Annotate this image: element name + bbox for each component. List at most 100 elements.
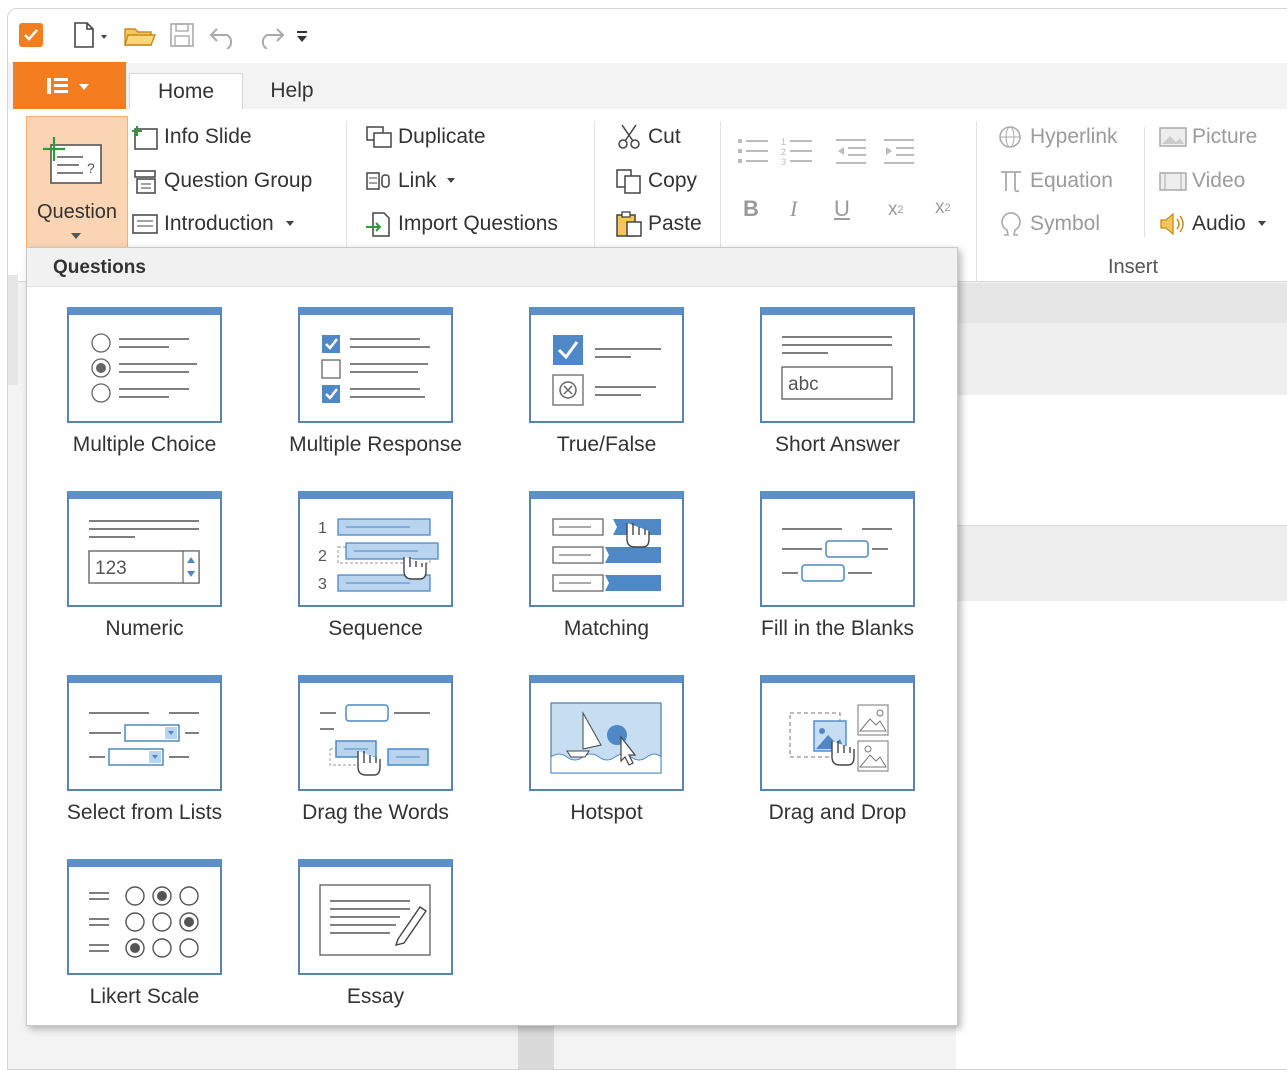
copy-icon xyxy=(614,167,644,195)
video-label: Video xyxy=(1192,169,1246,192)
question-type-fill-in-the-blanks[interactable]: Fill in the Blanks xyxy=(722,491,942,651)
copy-label: Copy xyxy=(648,169,698,192)
video-icon xyxy=(1158,167,1188,195)
paste-icon xyxy=(614,210,644,238)
undo-icon[interactable] xyxy=(206,21,242,49)
introduction-label: Introduction xyxy=(164,212,274,235)
open-icon[interactable] xyxy=(122,21,158,49)
question-type-label: Drag the Words xyxy=(302,801,449,824)
redo-icon[interactable] xyxy=(252,21,288,49)
sequence-number: 2 xyxy=(318,548,327,565)
question-type-sequence[interactable]: 1 2 3 Sequence xyxy=(260,491,480,651)
equation-button[interactable]: Equation xyxy=(996,167,1113,195)
question-type-matching[interactable]: Matching xyxy=(491,491,711,651)
speaker-icon xyxy=(1158,210,1188,238)
tab-home[interactable]: Home xyxy=(129,73,243,110)
question-type-label: Matching xyxy=(563,617,650,640)
svg-text:3: 3 xyxy=(781,157,786,167)
duplicate-button[interactable]: Duplicate xyxy=(364,123,486,151)
svg-text:?: ? xyxy=(87,160,95,176)
audio-button[interactable]: Audio xyxy=(1158,210,1274,238)
svg-text:1: 1 xyxy=(781,137,786,147)
likert-scale-icon xyxy=(67,859,222,975)
question-icon: ? xyxy=(43,137,102,184)
info-slide-label: Info Slide xyxy=(164,125,252,148)
picture-button[interactable]: Picture xyxy=(1158,123,1257,151)
introduction-button[interactable]: Introduction xyxy=(130,210,302,238)
scissors-icon xyxy=(614,123,644,151)
duplicate-label: Duplicate xyxy=(398,125,486,148)
symbol-button[interactable]: Symbol xyxy=(996,210,1100,238)
chevron-down-icon xyxy=(285,221,294,226)
ribbon-separator xyxy=(1144,127,1145,237)
short-answer-sample: abc xyxy=(788,374,819,395)
info-slide-button[interactable]: Info Slide xyxy=(130,123,252,151)
tab-help[interactable]: Help xyxy=(252,73,332,109)
symbol-label: Symbol xyxy=(1030,212,1101,235)
question-type-label: Multiple Choice xyxy=(72,433,217,456)
italic-button[interactable]: I xyxy=(790,196,797,222)
cut-button[interactable]: Cut xyxy=(614,123,681,151)
pi-icon xyxy=(996,167,1026,195)
picture-label: Picture xyxy=(1192,125,1258,148)
superscript-button[interactable]: x2 xyxy=(935,197,951,219)
question-type-drag-the-words[interactable]: Drag the Words xyxy=(260,675,480,835)
question-type-true-false[interactable]: True/False xyxy=(491,307,711,467)
true-false-icon xyxy=(529,307,684,423)
bold-button[interactable]: B xyxy=(743,196,759,222)
omega-icon xyxy=(996,210,1026,238)
info-slide-icon xyxy=(130,123,160,151)
question-button-label: Question xyxy=(36,201,118,223)
link-button[interactable]: Link xyxy=(364,167,463,195)
svg-text:2: 2 xyxy=(781,147,786,157)
import-icon xyxy=(364,210,394,238)
insert-group-label: Insert xyxy=(1108,256,1159,278)
question-type-label: Hotspot xyxy=(570,801,643,824)
select-from-lists-icon xyxy=(67,675,222,791)
decrease-indent-icon[interactable] xyxy=(834,135,874,169)
question-type-multiple-choice[interactable]: Multiple Choice xyxy=(29,307,249,467)
questions-dropdown: Questions Multiple Choice Multiple Respo… xyxy=(26,247,958,1026)
question-type-label: Sequence xyxy=(328,617,423,640)
duplicate-icon xyxy=(364,123,394,151)
video-button[interactable]: Video xyxy=(1158,167,1245,195)
copy-button[interactable]: Copy xyxy=(614,167,697,195)
question-type-multiple-response[interactable]: Multiple Response xyxy=(260,307,480,467)
save-icon[interactable] xyxy=(166,21,198,49)
question-type-hotspot[interactable]: Hotspot xyxy=(491,675,711,835)
equation-label: Equation xyxy=(1030,169,1113,192)
increase-indent-icon[interactable] xyxy=(882,135,922,169)
question-type-likert-scale[interactable]: Likert Scale xyxy=(29,859,249,1019)
question-type-label: True/False xyxy=(556,433,657,456)
question-type-short-answer[interactable]: abc Short Answer xyxy=(722,307,942,467)
question-type-essay[interactable]: Essay xyxy=(260,859,480,1019)
app-icon xyxy=(16,21,46,49)
numbered-list-icon[interactable]: 123 xyxy=(780,135,820,169)
question-type-label: Essay xyxy=(346,985,405,1008)
question-group-button[interactable]: Question Group xyxy=(130,167,312,195)
sequence-number: 3 xyxy=(318,576,327,593)
question-group-icon xyxy=(130,167,160,195)
import-questions-button[interactable]: Import Questions xyxy=(364,210,558,238)
paste-button[interactable]: Paste xyxy=(614,210,702,238)
subscript-button[interactable]: x2 xyxy=(888,199,904,221)
document-header xyxy=(956,323,1287,396)
globe-icon xyxy=(996,123,1026,151)
file-menu-button[interactable] xyxy=(13,62,126,109)
question-type-numeric[interactable]: 123 Numeric xyxy=(29,491,249,651)
multiple-choice-icon xyxy=(67,307,222,423)
drag-the-words-icon xyxy=(298,675,453,791)
hyperlink-button[interactable]: Hyperlink xyxy=(996,123,1118,151)
customize-icon[interactable] xyxy=(292,21,312,49)
question-type-label: Fill in the Blanks xyxy=(761,617,914,640)
question-button[interactable]: ? Question xyxy=(26,116,128,253)
bullet-list-icon[interactable] xyxy=(736,135,776,169)
underline-button[interactable]: U xyxy=(834,196,850,222)
document-band xyxy=(956,525,1287,603)
document-area-lower xyxy=(956,601,1287,1069)
question-type-drag-and-drop[interactable]: Drag and Drop xyxy=(722,675,942,835)
new-icon[interactable] xyxy=(66,21,116,49)
menu-icon xyxy=(46,77,89,94)
title-bar xyxy=(8,9,1287,63)
question-type-select-from-lists[interactable]: Select from Lists xyxy=(29,675,249,835)
